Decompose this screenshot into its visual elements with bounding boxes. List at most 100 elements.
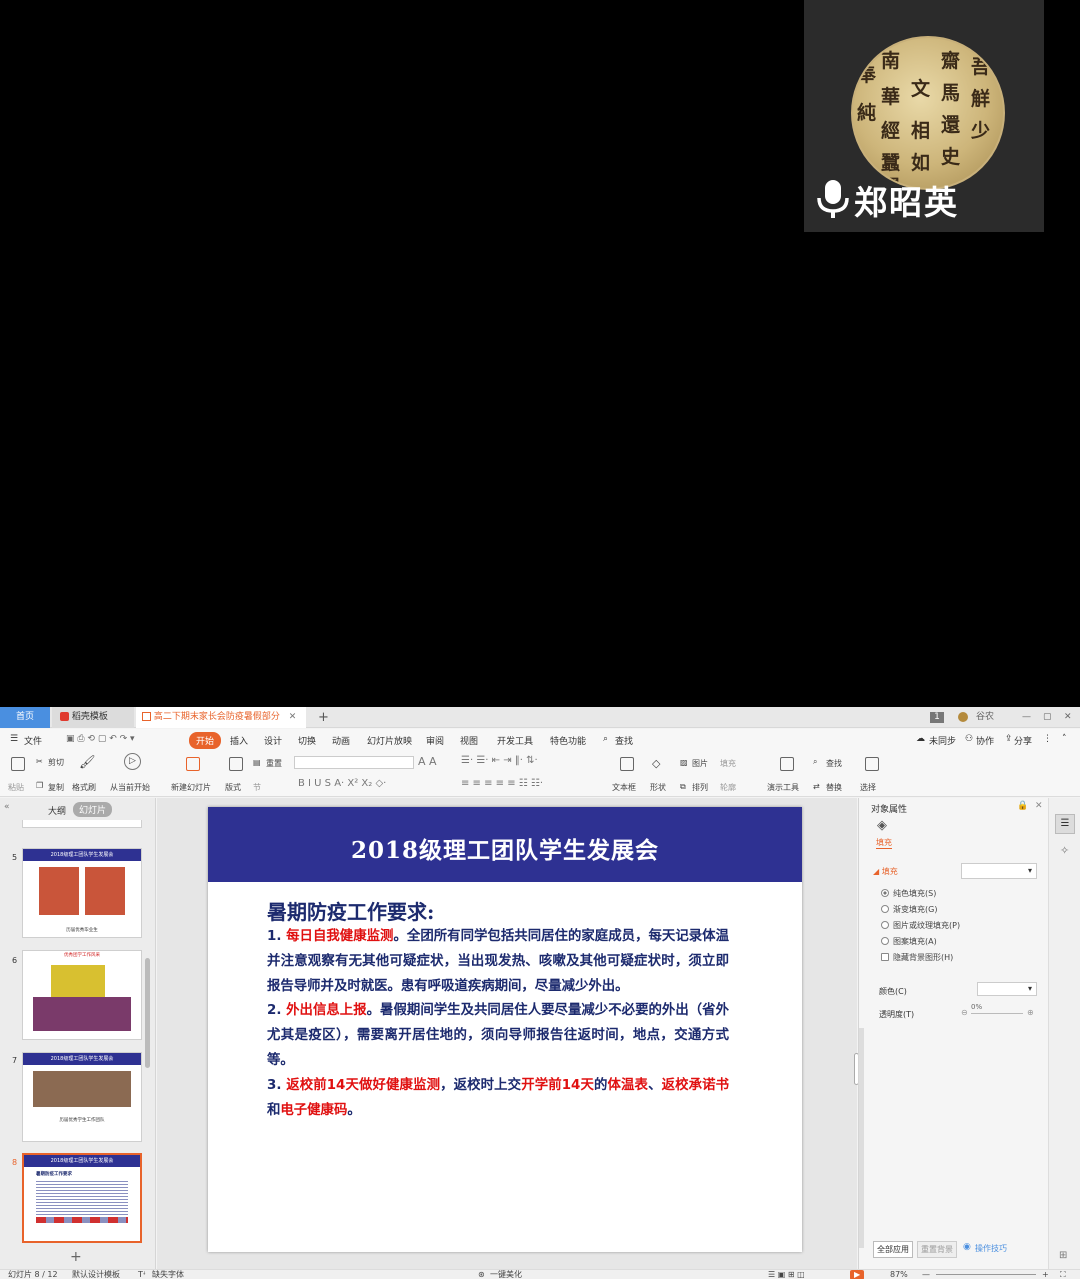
outline-button[interactable]: 轮廓 [720, 782, 736, 793]
replace-icon[interactable]: ⇄ [813, 782, 820, 791]
shape-icon[interactable]: ◇ [652, 757, 660, 770]
template-name[interactable]: 默认设计模板 [72, 1270, 120, 1279]
section-button[interactable]: 节 [253, 782, 261, 793]
cut-button[interactable]: 剪切 [48, 757, 64, 768]
fit-window-icon[interactable]: ⛶ [1060, 1270, 1066, 1279]
menu-file[interactable]: 文件 [24, 734, 42, 747]
new-slide-button[interactable]: 新建幻灯片 [171, 782, 211, 793]
animation-icon[interactable]: ✧ [1060, 844, 1069, 857]
fill-section-header[interactable]: ◢ 填充 [873, 866, 898, 877]
paste-button[interactable]: 粘贴 [8, 782, 24, 793]
fill-type-select[interactable]: ▾ [961, 863, 1037, 879]
reset-icon[interactable]: ▤ [253, 758, 261, 767]
format-painter-icon[interactable]: 🖌 [79, 755, 96, 770]
close-window-button[interactable]: ✕ [1064, 707, 1072, 728]
thumbnail-previous[interactable] [22, 820, 142, 828]
menu-design[interactable]: 设计 [264, 734, 282, 747]
tab-fill[interactable]: 填充 [876, 837, 892, 849]
tab-document[interactable]: 高二下期末家长会防疫暑假部分 ✕ [136, 707, 306, 728]
maximize-button[interactable]: ▢ [1043, 707, 1052, 728]
textbox-icon[interactable] [620, 757, 634, 771]
zoom-in-icon[interactable]: + [1042, 1270, 1049, 1279]
play-slideshow-icon[interactable]: ▶ [850, 1270, 865, 1279]
slide-body-text[interactable]: 1. 每日自我健康监测。全团所有同学包括共同居住的家庭成员，每天记录体温并注意观… [267, 925, 729, 1123]
fill-button[interactable]: 填充 [720, 758, 736, 769]
picture-button[interactable]: 图片 [692, 758, 708, 769]
menu-slideshow[interactable]: 幻灯片放映 [367, 734, 412, 747]
user-avatar[interactable] [958, 712, 968, 722]
current-slide[interactable]: 2018级理工团队学生发展会 暑期防疫工作要求: 1. 每日自我健康监测。全团所… [208, 807, 802, 1252]
menu-animation[interactable]: 动画 [332, 734, 350, 747]
add-slide-button[interactable]: + [70, 1249, 82, 1265]
layout-icon[interactable] [229, 757, 243, 771]
increase-icon[interactable]: ⊕ [1027, 1008, 1034, 1017]
properties-toggle-icon[interactable]: ☰ [1055, 814, 1075, 834]
grid-icon[interactable]: ⊞ [1059, 1250, 1067, 1261]
collab-button[interactable]: 协作 [976, 734, 994, 747]
menu-developer[interactable]: 开发工具 [497, 734, 533, 747]
menu-transition[interactable]: 切换 [298, 734, 316, 747]
radio-solid-fill[interactable] [881, 889, 889, 897]
thumbnail-slide-5[interactable]: 2018级理工团队学生发展会 历届优秀毕业生 [22, 848, 142, 938]
color-picker[interactable]: ▾ [977, 982, 1037, 996]
hamburger-icon[interactable]: ☰ [10, 734, 18, 744]
close-pane-icon[interactable]: ✕ [1035, 801, 1043, 811]
layout-button[interactable]: 版式 [225, 782, 241, 793]
copy-button[interactable]: 复制 [48, 782, 64, 793]
select-icon[interactable] [865, 757, 879, 771]
menu-insert[interactable]: 插入 [230, 734, 248, 747]
tips-link[interactable]: 操作技巧 [975, 1243, 1007, 1254]
new-tab-button[interactable]: + [318, 707, 330, 728]
text-format-icons[interactable]: B I U S A· X² X₂ ◇· [298, 778, 386, 789]
share-button[interactable]: 分享 [1014, 734, 1032, 747]
hide-bg-checkbox[interactable] [881, 953, 889, 961]
cut-icon[interactable]: ✂ [36, 757, 43, 766]
menu-review[interactable]: 审阅 [426, 734, 444, 747]
collapse-ribbon-icon[interactable]: ˄ [1062, 734, 1067, 744]
quick-access-icons[interactable]: ▣ ⎙ ⟲ ▢ ↶ ↷ ▾ [66, 734, 135, 744]
replace-button[interactable]: 替换 [826, 782, 842, 793]
new-slide-icon[interactable] [186, 757, 200, 771]
align-icons[interactable]: ≡ ≡ ≡ ≡ ≡ ☷ ☷· [461, 778, 543, 789]
radio-gradient-fill[interactable] [881, 905, 889, 913]
textbox-button[interactable]: 文本框 [612, 782, 636, 793]
beautify-button[interactable]: 一键美化 [490, 1270, 522, 1279]
menu-view[interactable]: 视图 [460, 734, 478, 747]
zoom-out-icon[interactable]: — [922, 1270, 930, 1279]
lock-icon[interactable]: 🔒 [1017, 801, 1028, 811]
thumbnail-slide-6[interactable]: 优秀团学工作风采 [22, 950, 142, 1040]
collapse-pane-icon[interactable]: « [4, 802, 10, 812]
paste-icon[interactable] [11, 757, 25, 771]
picture-icon[interactable]: ▨ [680, 758, 688, 767]
from-current-button[interactable]: 从当前开始 [110, 782, 150, 793]
reset-button[interactable]: 重置 [266, 758, 282, 769]
find-button[interactable]: 查找 [826, 758, 842, 769]
speaker-video-tile[interactable]: 吾 齋 觧 少 南 文 馬 還 史 奉 華 經 相 如 純 蠶 置 郑昭英 [804, 0, 1044, 232]
tab-template[interactable]: 稻壳模板 [52, 707, 134, 728]
menu-search[interactable]: 查找 [615, 734, 633, 747]
shape-button[interactable]: 形状 [650, 782, 666, 793]
menu-start[interactable]: 开始 [189, 732, 222, 749]
font-name-select[interactable] [294, 756, 414, 769]
minimize-button[interactable]: — [1022, 707, 1031, 728]
thumbnail-slide-8-selected[interactable]: 2018级理工团队学生发展会 暑期防疫工作要求 [22, 1153, 142, 1243]
presenter-tools-button[interactable]: 演示工具 [767, 782, 799, 793]
tab-slides[interactable]: 幻灯片 [73, 802, 113, 817]
play-icon[interactable]: ▷ [124, 753, 141, 770]
thumbnail-scrollbar[interactable] [145, 958, 150, 1068]
presenter-icon[interactable] [780, 757, 794, 771]
select-button[interactable]: 选择 [860, 782, 876, 793]
view-mode-icons[interactable]: ☰ ▣ ⊞ ◫ [768, 1270, 805, 1279]
copy-icon[interactable]: ❐ [36, 781, 43, 790]
close-tab-icon[interactable]: ✕ [289, 712, 297, 722]
decrease-icon[interactable]: ⊖ [961, 1008, 968, 1017]
fill-bucket-icon[interactable]: ◈ [877, 818, 887, 833]
more-icon[interactable]: ⋮ [1043, 734, 1052, 744]
paragraph-icons[interactable]: ☰· ☰· ⇤ ⇥ ‖· ⇅· [461, 755, 538, 766]
thumbnail-slide-7[interactable]: 2018级理工团队学生发展会 历届优秀学生工作团队 [22, 1052, 142, 1142]
transparency-slider[interactable] [971, 1013, 1023, 1014]
format-painter-button[interactable]: 格式刷 [72, 782, 96, 793]
reset-background-button[interactable]: 重置背景 [917, 1241, 957, 1258]
font-size-icons[interactable]: A A [418, 755, 437, 768]
search-icon[interactable]: ⌕ [603, 734, 608, 744]
